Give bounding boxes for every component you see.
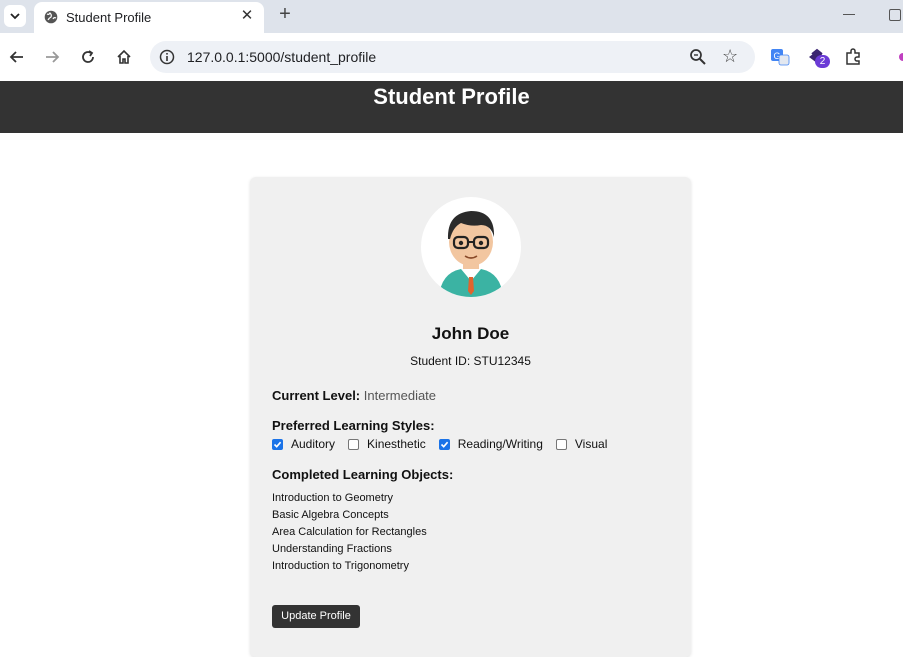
list-item: Introduction to Trigonometry bbox=[272, 560, 409, 572]
list-item: Understanding Fractions bbox=[272, 543, 392, 555]
browser-toolbar: 127.0.0.1:5000/student_profile ☆ G bbox=[0, 33, 903, 81]
browser-tab[interactable]: Student Profile ✕ bbox=[34, 2, 264, 33]
chevron-down-icon bbox=[10, 13, 20, 20]
checkmark-icon bbox=[440, 441, 448, 448]
learning-style-checkbox[interactable] bbox=[555, 438, 567, 450]
bookmark-star-icon[interactable]: ☆ bbox=[722, 47, 740, 65]
learning-style-checkbox[interactable] bbox=[272, 438, 283, 450]
learning-styles-heading: Preferred Learning Styles: bbox=[272, 418, 435, 433]
current-level-value: Intermediate bbox=[363, 388, 437, 403]
learning-style-option[interactable]: Auditory bbox=[272, 437, 335, 451]
back-button[interactable] bbox=[6, 46, 28, 68]
learning-style-label: Kinesthetic bbox=[367, 437, 426, 451]
list-item: Area Calculation for Rectangles bbox=[272, 526, 427, 538]
back-arrow-icon bbox=[9, 51, 23, 63]
page-title: Student Profile bbox=[373, 84, 530, 109]
completed-objects-heading: Completed Learning Objects: bbox=[272, 467, 454, 482]
learning-style-label: Visual bbox=[574, 437, 608, 451]
reload-icon bbox=[82, 50, 94, 63]
reload-button[interactable] bbox=[77, 46, 99, 68]
student-avatar-icon bbox=[439, 211, 503, 297]
current-level-label: Current Level: bbox=[272, 388, 361, 403]
extensions-button[interactable] bbox=[842, 46, 864, 68]
learning-style-option[interactable]: Visual bbox=[555, 437, 608, 451]
current-level: Current Level: Intermediate bbox=[272, 388, 436, 403]
student-id: Student ID: STU12345 bbox=[410, 354, 531, 368]
site-info-icon[interactable] bbox=[159, 49, 175, 65]
tab-search-button[interactable] bbox=[4, 5, 26, 27]
learning-style-label: Auditory bbox=[291, 437, 336, 451]
forward-button[interactable] bbox=[41, 46, 63, 68]
forward-arrow-icon bbox=[46, 51, 60, 63]
learning-style-option[interactable]: Reading/Writing bbox=[438, 437, 543, 451]
zoom-icon[interactable] bbox=[689, 48, 707, 66]
maximize-icon[interactable] bbox=[889, 9, 901, 21]
home-icon bbox=[117, 49, 131, 64]
page-header: Student Profile bbox=[0, 81, 903, 133]
profile-card: John Doe Student ID: STU12345 Current Le… bbox=[250, 177, 691, 657]
tab-close-icon[interactable]: ✕ bbox=[238, 7, 256, 25]
learning-style-checkbox[interactable] bbox=[438, 438, 450, 450]
learning-styles-group: Auditory Kinesthetic Reading/Writing Vis… bbox=[272, 437, 620, 451]
browser-tab-strip: Student Profile ✕ + bbox=[0, 0, 903, 33]
translate-extension[interactable]: G bbox=[769, 46, 791, 68]
learning-style-option[interactable]: Kinesthetic bbox=[348, 437, 426, 451]
list-item: Basic Algebra Concepts bbox=[272, 509, 389, 521]
learning-style-label: Reading/Writing bbox=[457, 437, 543, 451]
extension-icon bbox=[899, 53, 903, 61]
list-item: Introduction to Geometry bbox=[272, 492, 394, 504]
home-button[interactable] bbox=[113, 46, 135, 68]
minimize-icon[interactable] bbox=[843, 14, 855, 15]
new-tab-icon[interactable]: + bbox=[276, 4, 294, 24]
checkmark-icon bbox=[273, 441, 282, 448]
completed-objects-list: Introduction to Geometry Basic Algebra C… bbox=[272, 490, 427, 575]
address-bar[interactable]: 127.0.0.1:5000/student_profile ☆ bbox=[150, 41, 755, 73]
student-name: John Doe bbox=[431, 324, 510, 343]
update-profile-button[interactable]: Update Profile bbox=[272, 605, 360, 628]
learning-style-checkbox[interactable] bbox=[348, 438, 360, 450]
puzzle-icon bbox=[846, 48, 860, 65]
translate-icon: G bbox=[771, 49, 790, 66]
avatar bbox=[421, 197, 521, 297]
profile-extension[interactable] bbox=[892, 46, 903, 68]
url-text: 127.0.0.1:5000/student_profile bbox=[187, 49, 377, 65]
extension-badge: 2 bbox=[815, 55, 830, 68]
tab-title: Student Profile bbox=[66, 10, 152, 25]
globe-icon bbox=[44, 10, 58, 24]
